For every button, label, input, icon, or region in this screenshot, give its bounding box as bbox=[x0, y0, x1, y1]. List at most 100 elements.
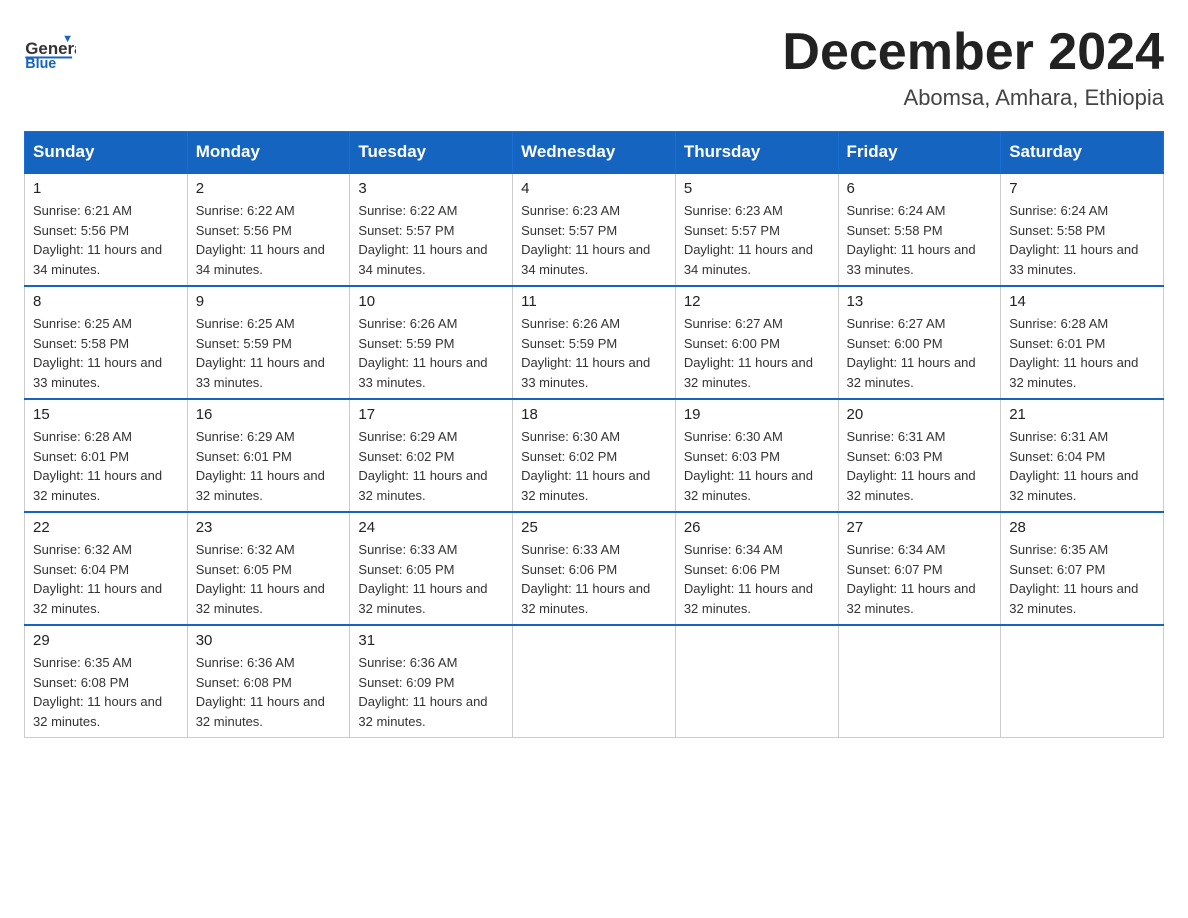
day-number: 31 bbox=[358, 632, 504, 649]
calendar-week-row: 22Sunrise: 6:32 AMSunset: 6:04 PMDayligh… bbox=[25, 512, 1164, 625]
sunrise-text: Sunrise: 6:25 AM bbox=[33, 314, 179, 334]
daylight-wrap: Daylight: 11 hours and 34 minutes. bbox=[684, 240, 830, 279]
calendar-day-cell: 15Sunrise: 6:28 AMSunset: 6:01 PMDayligh… bbox=[25, 399, 188, 512]
day-number: 5 bbox=[684, 180, 830, 197]
day-info: Sunrise: 6:28 AMSunset: 6:01 PMDaylight:… bbox=[33, 427, 179, 505]
day-number: 17 bbox=[358, 406, 504, 423]
sunset-text: Sunset: 6:02 PM bbox=[521, 447, 667, 467]
sunset-text: Sunset: 5:58 PM bbox=[33, 334, 179, 354]
day-info: Sunrise: 6:22 AMSunset: 5:56 PMDaylight:… bbox=[196, 201, 342, 279]
calendar-day-cell: 1Sunrise: 6:21 AMSunset: 5:56 PMDaylight… bbox=[25, 173, 188, 286]
location-subtitle: Abomsa, Amhara, Ethiopia bbox=[782, 85, 1164, 111]
calendar-week-row: 15Sunrise: 6:28 AMSunset: 6:01 PMDayligh… bbox=[25, 399, 1164, 512]
day-info: Sunrise: 6:27 AMSunset: 6:00 PMDaylight:… bbox=[684, 314, 830, 392]
sunset-text: Sunset: 6:08 PM bbox=[196, 673, 342, 693]
weekday-header-friday: Friday bbox=[838, 132, 1001, 174]
day-number: 8 bbox=[33, 293, 179, 310]
day-number: 20 bbox=[847, 406, 993, 423]
day-number: 29 bbox=[33, 632, 179, 649]
sunset-text: Sunset: 5:57 PM bbox=[684, 221, 830, 241]
sunset-text: Sunset: 6:01 PM bbox=[196, 447, 342, 467]
sunset-text: Sunset: 6:02 PM bbox=[358, 447, 504, 467]
calendar-day-cell: 2Sunrise: 6:22 AMSunset: 5:56 PMDaylight… bbox=[187, 173, 350, 286]
day-info: Sunrise: 6:29 AMSunset: 6:01 PMDaylight:… bbox=[196, 427, 342, 505]
daylight-wrap: Daylight: 11 hours and 33 minutes. bbox=[196, 353, 342, 392]
day-number: 25 bbox=[521, 519, 667, 536]
calendar-day-cell: 25 Sunrise: 6:33 AMSunset: 6:06 PMDayligh… bbox=[513, 512, 676, 625]
page-header: General Blue December 2024 Abomsa, Amhar… bbox=[24, 24, 1164, 111]
sunrise-text: Sunrise: 6:25 AM bbox=[196, 314, 342, 334]
day-info: Sunrise: 6:21 AMSunset: 5:56 PMDaylight:… bbox=[33, 201, 179, 279]
calendar-day-cell: 3 Sunrise: 6:22 AMSunset: 5:57 PMDaylight… bbox=[350, 173, 513, 286]
day-number: 7 bbox=[1009, 180, 1155, 197]
calendar-day-cell: 23Sunrise: 6:32 AMSunset: 6:05 PMDayligh… bbox=[187, 512, 350, 625]
day-info: Sunrise: 6:26 AMSunset: 5:59 PMDaylight:… bbox=[521, 314, 667, 392]
sunset-text: Sunset: 6:03 PM bbox=[684, 447, 830, 467]
day-info: Sunrise: 6:35 AMSunset: 6:07 PMDaylight:… bbox=[1009, 540, 1155, 618]
daylight-wrap: Daylight: 11 hours and 32 minutes. bbox=[684, 579, 830, 618]
calendar-day-cell bbox=[513, 625, 676, 738]
sunrise-text: Sunrise: 6:32 AM bbox=[33, 540, 179, 560]
title-area: December 2024 Abomsa, Amhara, Ethiopia bbox=[782, 24, 1164, 111]
day-number: 16 bbox=[196, 406, 342, 423]
daylight-wrap: Daylight: 11 hours and 34 minutes. bbox=[196, 240, 342, 279]
day-info: Sunrise: 6:30 AMSunset: 6:02 PMDaylight:… bbox=[521, 427, 667, 505]
day-info: Sunrise: 6:22 AMSunset: 5:57 PMDaylight:… bbox=[358, 201, 504, 279]
day-number: 12 bbox=[684, 293, 830, 310]
day-info: Sunrise: 6:33 AMSunset: 6:06 PMDaylight:… bbox=[521, 540, 667, 618]
sunrise-text: Sunrise: 6:24 AM bbox=[1009, 201, 1155, 221]
sunset-text: Sunset: 6:05 PM bbox=[358, 560, 504, 580]
day-info: Sunrise: 6:23 AMSunset: 5:57 PMDaylight:… bbox=[521, 201, 667, 279]
daylight-wrap: Daylight: 11 hours and 33 minutes. bbox=[521, 353, 667, 392]
sunset-text: Sunset: 6:04 PM bbox=[33, 560, 179, 580]
day-info: Sunrise: 6:26 AMSunset: 5:59 PMDaylight:… bbox=[358, 314, 504, 392]
day-number: 24 bbox=[358, 519, 504, 536]
day-info: Sunrise: 6:31 AMSunset: 6:03 PMDaylight:… bbox=[847, 427, 993, 505]
daylight-wrap: Daylight: 11 hours and 32 minutes. bbox=[358, 579, 504, 618]
month-title: December 2024 bbox=[782, 24, 1164, 81]
day-number: 30 bbox=[196, 632, 342, 649]
calendar-week-row: 1Sunrise: 6:21 AMSunset: 5:56 PMDaylight… bbox=[25, 173, 1164, 286]
sunset-text: Sunset: 5:59 PM bbox=[358, 334, 504, 354]
sunrise-text: Sunrise: 6:26 AM bbox=[521, 314, 667, 334]
day-info: Sunrise: 6:34 AMSunset: 6:06 PMDaylight:… bbox=[684, 540, 830, 618]
sunrise-text: Sunrise: 6:35 AM bbox=[33, 653, 179, 673]
sunrise-text: Sunrise: 6:31 AM bbox=[847, 427, 993, 447]
calendar-week-row: 29Sunrise: 6:35 AMSunset: 6:08 PMDayligh… bbox=[25, 625, 1164, 738]
calendar-day-cell: 7 Sunrise: 6:24 AMSunset: 5:58 PMDaylight… bbox=[1001, 173, 1164, 286]
daylight-wrap: Daylight: 11 hours and 33 minutes. bbox=[33, 353, 179, 392]
day-info: Sunrise: 6:27 AMSunset: 6:00 PMDaylight:… bbox=[847, 314, 993, 392]
sunset-text: Sunset: 6:03 PM bbox=[847, 447, 993, 467]
daylight-wrap: Daylight: 11 hours and 32 minutes. bbox=[1009, 579, 1155, 618]
sunrise-text: Sunrise: 6:28 AM bbox=[1009, 314, 1155, 334]
logo-icon: General Blue bbox=[24, 24, 76, 76]
calendar-day-cell: 26Sunrise: 6:34 AMSunset: 6:06 PMDayligh… bbox=[675, 512, 838, 625]
day-number: 3 bbox=[358, 180, 504, 197]
day-info: Sunrise: 6:32 AMSunset: 6:04 PMDaylight:… bbox=[33, 540, 179, 618]
day-number: 4 bbox=[521, 180, 667, 197]
sunrise-text: Sunrise: 6:36 AM bbox=[358, 653, 504, 673]
day-info: Sunrise: 6:24 AMSunset: 5:58 PMDaylight:… bbox=[1009, 201, 1155, 279]
svg-text:General: General bbox=[25, 39, 76, 58]
daylight-wrap: Daylight: 11 hours and 32 minutes. bbox=[847, 579, 993, 618]
daylight-wrap: Daylight: 11 hours and 32 minutes. bbox=[847, 466, 993, 505]
daylight-wrap: Daylight: 11 hours and 32 minutes. bbox=[847, 353, 993, 392]
calendar-day-cell bbox=[838, 625, 1001, 738]
day-number: 13 bbox=[847, 293, 993, 310]
calendar-day-cell: 13 Sunrise: 6:27 AMSunset: 6:00 PMDayligh… bbox=[838, 286, 1001, 399]
sunset-text: Sunset: 6:07 PM bbox=[847, 560, 993, 580]
day-info: Sunrise: 6:33 AMSunset: 6:05 PMDaylight:… bbox=[358, 540, 504, 618]
day-info: Sunrise: 6:28 AMSunset: 6:01 PMDaylight:… bbox=[1009, 314, 1155, 392]
calendar-day-cell: 16 Sunrise: 6:29 AMSunset: 6:01 PMDayligh… bbox=[187, 399, 350, 512]
calendar-day-cell: 8 Sunrise: 6:25 AMSunset: 5:58 PMDaylight… bbox=[25, 286, 188, 399]
sunset-text: Sunset: 6:08 PM bbox=[33, 673, 179, 693]
calendar-day-cell: 4 Sunrise: 6:23 AMSunset: 5:57 PMDaylight… bbox=[513, 173, 676, 286]
sunset-text: Sunset: 6:05 PM bbox=[196, 560, 342, 580]
svg-text:Blue: Blue bbox=[25, 56, 56, 72]
sunrise-text: Sunrise: 6:33 AM bbox=[358, 540, 504, 560]
calendar-day-cell: 28Sunrise: 6:35 AMSunset: 6:07 PMDayligh… bbox=[1001, 512, 1164, 625]
day-number: 9 bbox=[196, 293, 342, 310]
daylight-wrap: Daylight: 11 hours and 32 minutes. bbox=[1009, 466, 1155, 505]
daylight-wrap: Daylight: 11 hours and 32 minutes. bbox=[521, 466, 667, 505]
sunset-text: Sunset: 6:01 PM bbox=[1009, 334, 1155, 354]
